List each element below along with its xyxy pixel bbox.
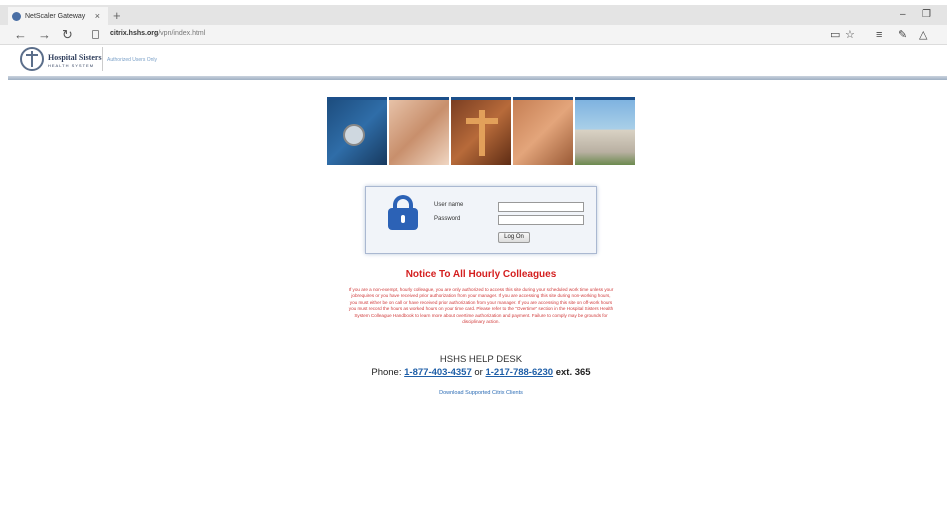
username-field[interactable] [498,202,584,212]
authorized-users-text: Authorized Users Only [107,57,158,63]
stethoscope-dial [343,124,365,146]
logo-subtitle: HEALTH SYSTEM [48,63,95,68]
url-field[interactable]: citrix.hshs.org/vpn/index.html [110,30,205,37]
password-field[interactable] [498,215,584,225]
url-host: citrix.hshs.org [110,30,159,37]
download-clients-link[interactable]: Download Supported Citrix Clients [330,390,632,396]
browser-tab-bar: NetScaler Gateway × + – ❐ [0,5,947,25]
hospital-building-photo [575,97,635,165]
back-icon[interactable]: ← [14,27,27,43]
browser-tab[interactable]: NetScaler Gateway × [8,7,108,25]
username-label: User name [434,202,464,208]
holding-hands-photo [513,97,573,165]
logo-divider [102,47,103,71]
tab-title: NetScaler Gateway [25,12,86,20]
login-box: User name Password Log On [365,186,597,254]
padlock-keyhole [401,215,405,223]
site-header: Hospital Sisters HEALTH SYSTEM Authorize… [0,45,947,75]
address-bar: ← → ↻ citrix.hshs.org/vpn/index.html ▭ ☆… [0,25,947,65]
reading-view-icon[interactable]: ▭ [830,28,840,42]
forward-icon[interactable]: → [38,27,51,43]
refresh-icon[interactable]: ↻ [62,27,73,43]
share-icon[interactable]: △ [919,28,927,42]
new-tab-icon[interactable]: + [113,8,121,23]
cross-horizontal [466,118,498,124]
restore-icon[interactable]: ❐ [922,9,931,20]
web-note-icon[interactable]: ✎ [898,28,907,42]
notice-title: Notice To All Hourly Colleagues [405,269,557,280]
cross-vertical [479,110,485,156]
cross-photo [451,97,511,165]
top-link[interactable] [0,0,124,5]
photo-strip [327,97,635,165]
minimize-icon[interactable]: – [900,9,906,20]
baby-feet-photo [389,97,449,165]
phone-label: Phone: [371,367,402,378]
hshs-logo-icon [20,47,44,71]
phone-or: or [474,367,483,378]
phone-number-1[interactable]: 1-877-403-4357 [404,367,472,378]
password-label: Password [434,216,461,222]
notice-body: If you are a non-exempt, hourly colleagu… [348,287,614,325]
phone-extension: ext. 365 [555,367,591,378]
lock-icon [92,30,99,39]
hub-icon[interactable]: ≡ [876,28,882,42]
phone-number-2[interactable]: 1-217-788-6230 [485,367,553,378]
netscaler-favicon-icon [12,11,21,21]
stethoscope-photo [327,97,387,165]
tab-close-icon[interactable]: × [95,11,100,21]
log-on-button[interactable]: Log On [498,232,530,243]
logo-name: Hospital Sisters [48,53,102,62]
help-desk-title: HSHS HELP DESK [439,354,523,365]
header-rule [8,76,947,80]
url-path: /vpn/index.html [158,30,206,37]
favorite-star-icon[interactable]: ☆ [845,28,855,42]
phone-line: Phone: 1-877-403-4357 or 1-217-788-6230 … [330,367,632,378]
